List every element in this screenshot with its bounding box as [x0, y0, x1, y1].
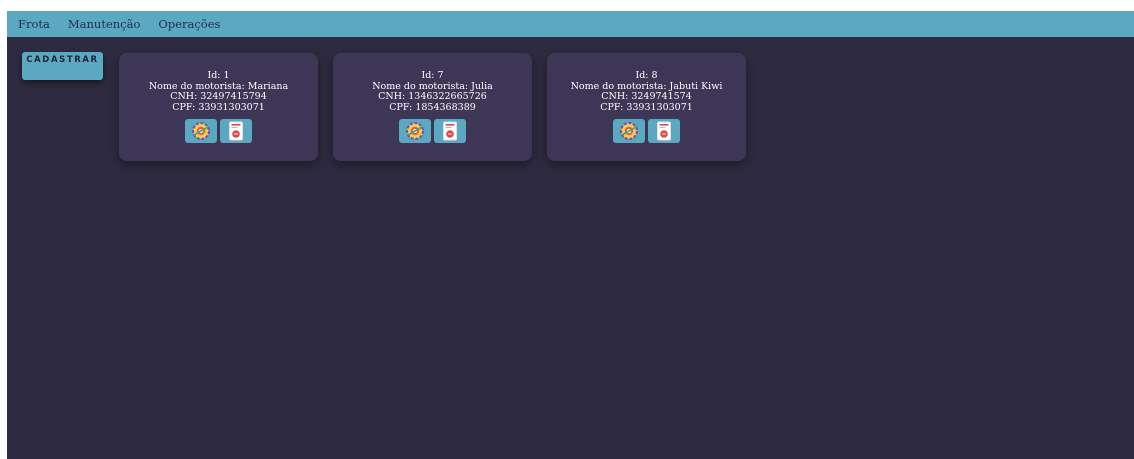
gear-edit-icon [191, 121, 211, 141]
driver-cnh: CNH: 1346322665726 [378, 91, 487, 102]
driver-card: Id: 8 Nome do motorista: Jabuti Kiwi CNH… [547, 53, 746, 161]
card-actions [547, 119, 746, 143]
driver-card: Id: 7 Nome do motorista: Julia CNH: 1346… [333, 53, 532, 161]
card-actions [119, 119, 318, 143]
gear-edit-icon [405, 121, 425, 141]
driver-id: Id: 1 [207, 70, 230, 81]
driver-cpf: CPF: 33931303071 [600, 101, 693, 113]
driver-cnh: CNH: 32497415794 [170, 91, 267, 102]
driver-cpf: CPF: 1854368389 [389, 101, 476, 113]
gear-edit-icon [619, 121, 639, 141]
driver-id: Id: 7 [421, 70, 444, 81]
driver-id: Id: 8 [635, 70, 658, 81]
driver-card: Id: 1 Nome do motorista: Mariana CNH: 32… [119, 53, 318, 161]
nav-link-frota[interactable]: Frota [18, 17, 50, 31]
cadastrar-button[interactable]: CADASTRAR [22, 52, 103, 80]
edit-button[interactable] [613, 119, 645, 143]
nav-link-operacoes[interactable]: Operações [158, 17, 220, 31]
driver-cnh: CNH: 3249741574 [601, 91, 692, 102]
top-navbar: Frota Manutenção Operações [7, 11, 1134, 37]
delete-button[interactable] [648, 119, 680, 143]
delete-document-icon [229, 121, 243, 141]
driver-cpf: CPF: 33931303071 [172, 101, 265, 113]
card-actions [333, 119, 532, 143]
edit-button[interactable] [185, 119, 217, 143]
delete-document-icon [443, 121, 457, 141]
edit-button[interactable] [399, 119, 431, 143]
delete-button[interactable] [220, 119, 252, 143]
delete-document-icon [657, 121, 671, 141]
app-frame: Frota Manutenção Operações CADASTRAR Id:… [7, 11, 1134, 459]
nav-link-manutencao[interactable]: Manutenção [68, 17, 141, 31]
delete-button[interactable] [434, 119, 466, 143]
